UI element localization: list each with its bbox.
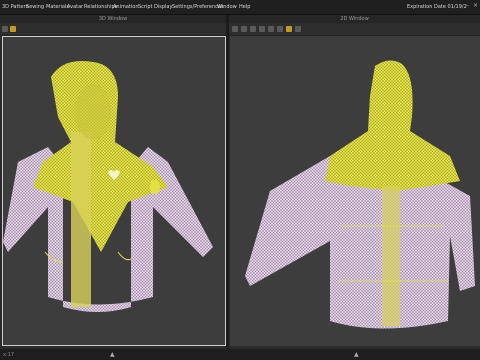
menu-display[interactable]: Display [154,4,172,10]
menu-sewing[interactable]: Sewing [26,4,44,10]
menu-window[interactable]: Window [217,4,237,10]
camera-icon[interactable] [232,26,238,32]
chevron-up-icon[interactable]: ▲ [110,351,115,358]
grid-icon[interactable] [250,26,256,32]
right-jacket-render [245,60,475,329]
menu-settings-preferences[interactable]: Settings/Preferences [172,4,224,10]
left-window-title: 3D Window [98,16,128,22]
left-jacket-render [3,61,213,312]
status-bar: x:17 ▲ ▲ [0,349,480,360]
menu-3d-pattern[interactable]: 3D Pattern [2,4,29,10]
layer-icon[interactable] [277,26,283,32]
fabric-icon[interactable] [259,26,265,32]
menu-script[interactable]: Script [138,4,153,10]
right-window-titlebar: 2D Window [229,15,480,23]
menu-materials[interactable]: Materials [46,4,69,10]
left-toolbar [0,24,226,36]
gear-icon[interactable] [2,26,8,32]
menu-help[interactable]: Help [239,4,250,10]
zipper-strip [71,132,91,307]
close-icon[interactable]: × [473,3,479,9]
display-icon[interactable] [295,26,301,32]
window-divider[interactable] [226,15,229,350]
menu-animation[interactable]: Animation [113,4,139,10]
menu-bar: 3D Pattern Sewing Materials Avatar Relat… [0,0,480,15]
left-3d-viewport[interactable] [2,36,226,346]
right-2d-viewport[interactable] [230,36,480,346]
right-toolbar [229,24,480,36]
chevron-up-icon[interactable]: ▲ [354,351,359,358]
expiration-date: Expiration Date 01/19/2 [407,4,467,10]
minimize-icon[interactable]: – [466,3,472,9]
right-window-title: 2D Window [340,16,369,22]
menu-avatar[interactable]: Avatar [67,4,83,10]
color-icon[interactable] [286,26,292,32]
back-center-strip [382,186,400,326]
avatar-icon[interactable] [241,26,247,32]
hood-opening [75,84,111,140]
texture-icon[interactable] [268,26,274,32]
status-text: x:17 [3,352,15,358]
cube-icon[interactable] [10,26,16,32]
sleeve-patch [150,180,160,194]
left-window-titlebar: 3D Window [0,15,226,23]
